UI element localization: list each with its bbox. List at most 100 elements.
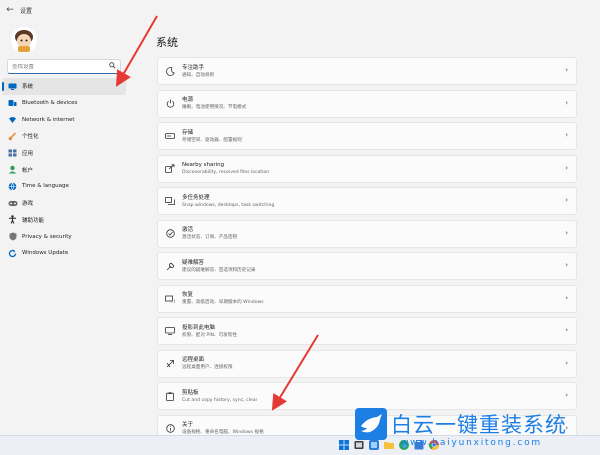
- watermark-brand-text: 白云一键重装系统: [391, 413, 567, 437]
- power-icon: [164, 98, 176, 110]
- chevron-right-icon: ›: [565, 261, 568, 269]
- sidebar-item-label: 辅助功能: [22, 217, 45, 224]
- watermark-logo: 白云一键重装系统 www.baiyunxitong.com: [355, 408, 600, 453]
- settings-card-projection[interactable]: 投影到此电脑 权限、配对 PIN、可发现性 ›: [157, 317, 577, 345]
- clipboard-icon: [164, 390, 176, 402]
- remote-icon: [164, 358, 176, 370]
- sidebar: 系统 Bluetooth & devices Network & interne…: [0, 20, 140, 435]
- watermark-url: www.baiyunxitong.com: [401, 438, 542, 448]
- sidebar-item-label: Bluetooth & devices: [22, 100, 78, 107]
- card-description: 建议的疑难解答、首选项和历史记录: [182, 267, 256, 273]
- shield-icon: [7, 232, 18, 242]
- chevron-right-icon: ›: [565, 66, 568, 74]
- settings-card-nearby-sharing[interactable]: Nearby sharing Discoverability, received…: [157, 154, 577, 183]
- nav-list: 系统 Bluetooth & devices Network & interne…: [2, 78, 126, 262]
- card-title: 关于: [182, 422, 194, 428]
- sidebar-item-label: 系统: [22, 84, 34, 91]
- sidebar-item-system[interactable]: 系统: [2, 78, 126, 95]
- sidebar-item-label: Time & language: [22, 183, 69, 190]
- card-title: 专注助手: [182, 64, 205, 71]
- windows-start-icon[interactable]: [338, 439, 350, 451]
- sidebar-item-time[interactable]: Time & language: [2, 178, 126, 195]
- bird-logo-icon: [355, 408, 387, 440]
- sidebar-item-label: 应用: [22, 151, 34, 158]
- settings-card-focus[interactable]: 专注助手 通知、自动规则 ›: [157, 57, 577, 85]
- card-description: 激活状态、订阅、产品密钥: [182, 235, 238, 240]
- settings-list: 专注助手 通知、自动规则 › 电源 睡眠、电池使用情况、节电模式 › 存储 存储…: [157, 57, 577, 447]
- search-icon: [109, 62, 116, 71]
- card-description: 通知、自动规则: [182, 72, 215, 78]
- chevron-right-icon: ›: [565, 326, 568, 334]
- sidebar-item-gaming[interactable]: 游戏: [2, 195, 126, 212]
- multitask-icon: [164, 195, 176, 207]
- card-title: Nearby sharing: [182, 162, 225, 168]
- sidebar-item-accessibility[interactable]: 辅助功能: [2, 212, 126, 229]
- card-title: 激活: [182, 227, 194, 233]
- card-title: 投影到此电脑: [182, 324, 216, 331]
- card-description: 权限、配对 PIN、可发现性: [182, 332, 237, 338]
- sidebar-item-label: Network & internet: [22, 116, 75, 123]
- game-icon: [7, 198, 18, 208]
- settings-card-clipboard[interactable]: 剪贴板 Cut and copy history, sync, clear ›: [157, 382, 577, 410]
- wrench-icon: [164, 260, 176, 272]
- card-description: 存储空间、驱动器、配置规则: [182, 137, 242, 143]
- card-description: Discoverability, received files location: [182, 170, 270, 175]
- chevron-right-icon: ›: [565, 196, 568, 204]
- wifi-icon: [7, 115, 18, 125]
- chevron-right-icon: ›: [565, 131, 568, 139]
- settings-card-recovery[interactable]: 恢复 重置、高级启动、早期版本的 Windows ›: [157, 284, 577, 313]
- card-description: Cut and copy history, sync, clear: [182, 397, 258, 403]
- sidebar-item-label: Privacy & security: [22, 233, 72, 240]
- sidebar-item-privacy[interactable]: Privacy & security: [2, 228, 126, 245]
- card-title: 电源: [182, 97, 194, 103]
- account-icon: [7, 165, 18, 175]
- sidebar-item-bluetooth[interactable]: Bluetooth & devices: [2, 95, 126, 112]
- chevron-right-icon: ›: [565, 293, 568, 302]
- recovery-icon: [164, 293, 176, 305]
- search-input[interactable]: [12, 63, 109, 70]
- check-circle-icon: [164, 228, 176, 240]
- settings-card-storage[interactable]: 存储 存储空间、驱动器、配置规则 ›: [157, 122, 577, 150]
- projector-icon: [164, 325, 176, 337]
- app-title: 设置: [20, 7, 33, 15]
- avatar[interactable]: [10, 26, 38, 54]
- settings-card-activation[interactable]: 激活 激活状态、订阅、产品密钥 ›: [157, 219, 577, 248]
- page-title: 系统: [156, 36, 178, 49]
- chevron-right-icon: ›: [565, 391, 568, 399]
- chevron-right-icon: ›: [565, 358, 568, 367]
- system-icon: [7, 81, 18, 91]
- sidebar-item-personalization[interactable]: 个性化: [2, 128, 126, 145]
- main-panel: 系统 专注助手 通知、自动规则 › 电源 睡眠、电池使用情况、节电模式 › 存储…: [148, 20, 600, 443]
- card-description: 睡眠、电池使用情况、节电模式: [182, 105, 247, 110]
- card-title: 远程桌面: [182, 357, 205, 363]
- settings-card-troubleshoot[interactable]: 疑难解答 建议的疑难解答、首选项和历史记录 ›: [157, 252, 577, 280]
- back-button[interactable]: ←: [0, 0, 20, 20]
- title-bar: ← 设置: [0, 0, 600, 20]
- chevron-right-icon: ›: [565, 98, 568, 107]
- card-title: 存储: [182, 129, 194, 136]
- sidebar-item-accounts[interactable]: 帐户: [2, 161, 126, 178]
- sidebar-item-label: 个性化: [22, 134, 39, 141]
- card-description: Snap windows, desktops, task switching: [182, 202, 275, 208]
- sidebar-item-label: Windows Update: [22, 250, 69, 257]
- settings-card-multitasking[interactable]: 多任务处理 Snap windows, desktops, task switc…: [157, 187, 577, 215]
- card-title: 剪贴板: [182, 389, 199, 396]
- settings-card-remote-desktop[interactable]: 远程桌面 远程桌面用户、连接权限 ›: [157, 349, 577, 378]
- chevron-right-icon: ›: [565, 228, 568, 237]
- moon-icon: [164, 65, 176, 77]
- card-title: 恢复: [182, 292, 194, 298]
- share-icon: [164, 163, 176, 175]
- bluetooth-icon: [7, 98, 18, 108]
- sidebar-item-network[interactable]: Network & internet: [2, 111, 126, 128]
- chevron-right-icon: ›: [565, 163, 568, 172]
- sidebar-item-apps[interactable]: 应用: [2, 145, 126, 162]
- sidebar-item-label: 帐户: [22, 167, 34, 174]
- sidebar-item-label: 游戏: [22, 201, 34, 208]
- settings-card-power[interactable]: 电源 睡眠、电池使用情况、节电模式 ›: [157, 89, 577, 118]
- card-description: 重置、高级启动、早期版本的 Windows: [182, 300, 264, 305]
- card-title: 疑难解答: [182, 259, 205, 266]
- card-title: 多任务处理: [182, 194, 210, 201]
- search-box[interactable]: [7, 59, 121, 74]
- accessibility-icon: [7, 215, 18, 225]
- sidebar-item-update[interactable]: Windows Update: [2, 245, 126, 262]
